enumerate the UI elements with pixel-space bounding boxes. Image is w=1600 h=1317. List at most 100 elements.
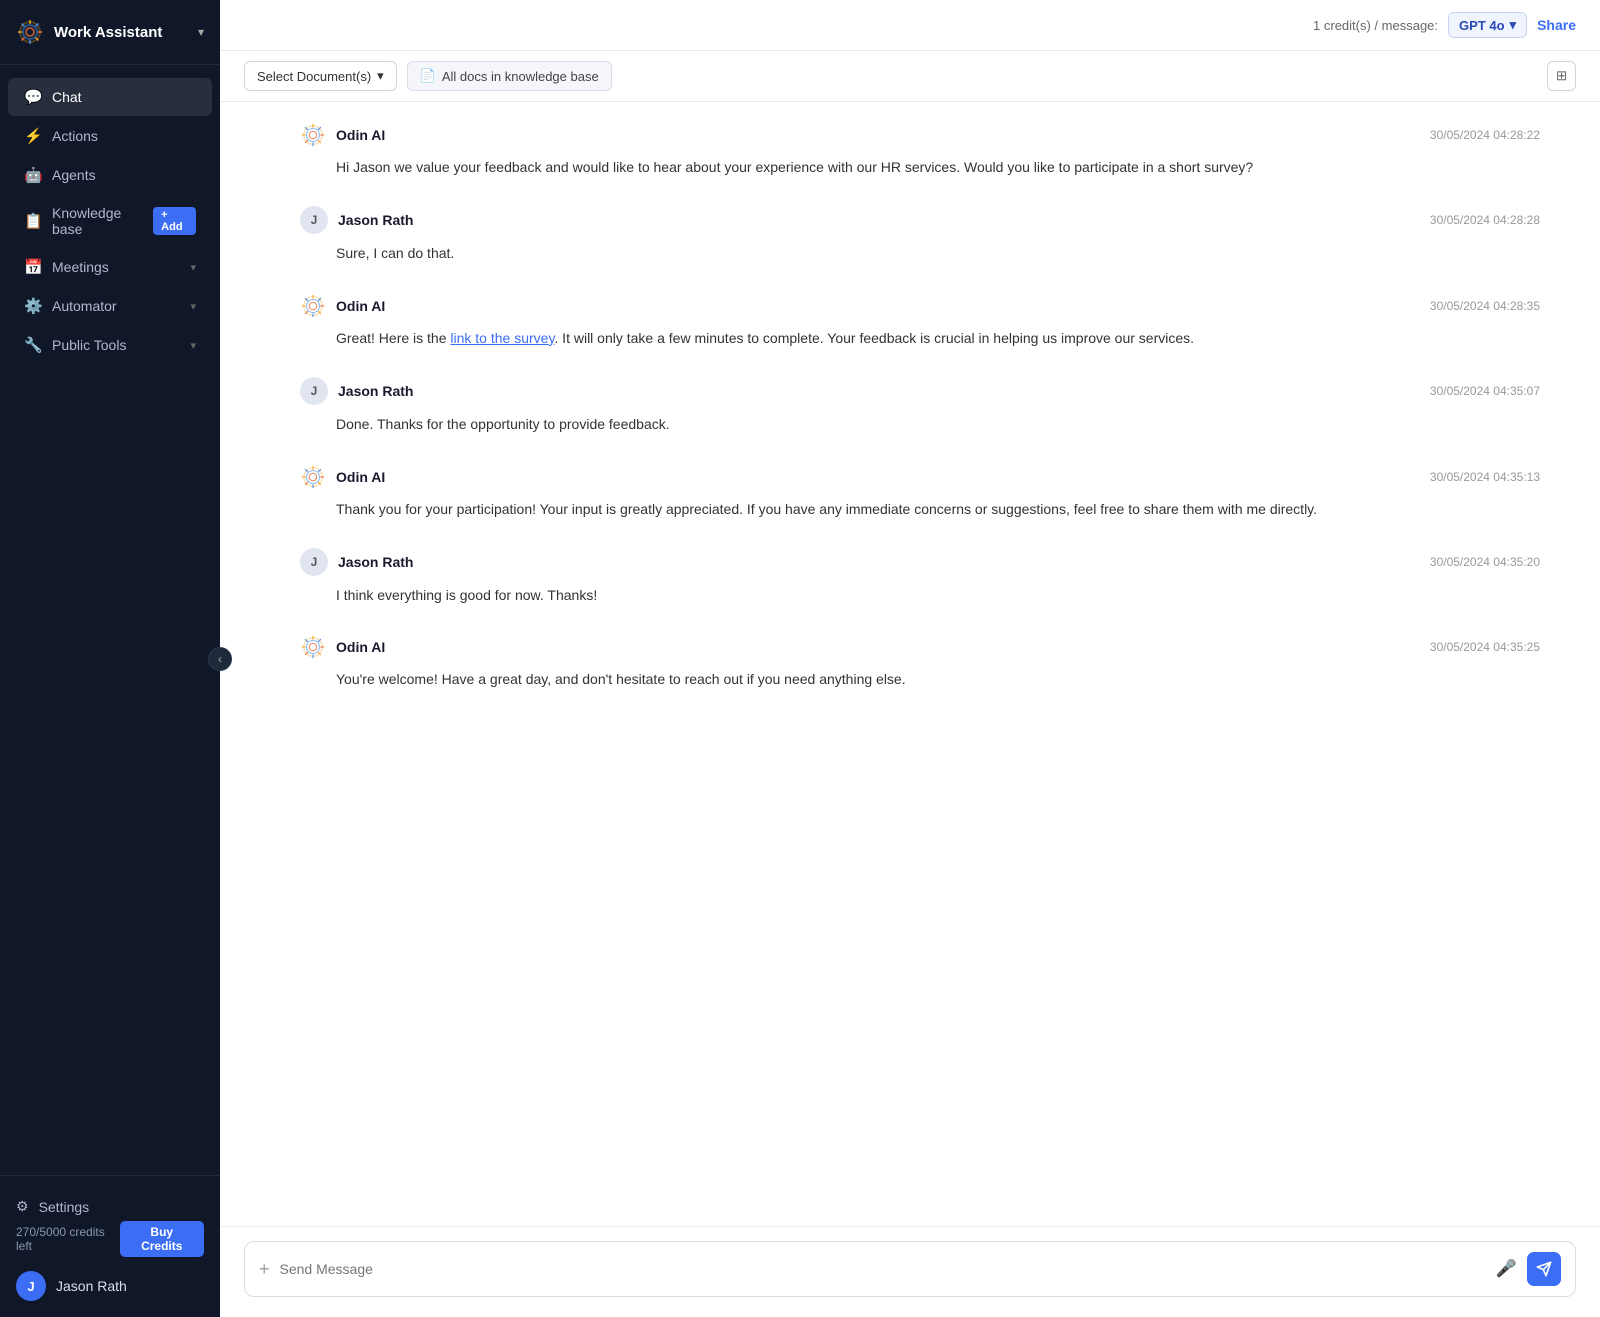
message-time: 30/05/2024 04:35:07	[1430, 384, 1540, 398]
main-content: 1 credit(s) / message: GPT 4o ▾ Share Se…	[220, 0, 1600, 1317]
message-sender: J Jason Rath	[300, 377, 413, 405]
message-text-after: . It will only take a few minutes to com…	[554, 330, 1194, 346]
user-row[interactable]: J Jason Rath	[16, 1267, 204, 1305]
select-documents-button[interactable]: Select Document(s) ▾	[244, 61, 397, 91]
message-time: 30/05/2024 04:28:35	[1430, 299, 1540, 313]
all-docs-label: All docs in knowledge base	[442, 69, 599, 84]
knowledge-icon: 📋	[24, 212, 42, 230]
sidebar-bottom: ⚙ Settings 270/5000 credits left Buy Cre…	[0, 1175, 220, 1317]
message-header: Odin AI 30/05/2024 04:28:35	[300, 293, 1540, 319]
chat-icon: 💬	[24, 88, 42, 106]
all-docs-tag: 📄 All docs in knowledge base	[407, 61, 612, 91]
message-group: Odin AI 30/05/2024 04:28:35 Great! Here is…	[300, 293, 1540, 349]
message-sender: Odin AI	[300, 293, 385, 319]
sender-name: Jason Rath	[338, 383, 413, 399]
sender-name: Odin AI	[336, 127, 385, 143]
message-group: Odin AI30/05/2024 04:35:25 You're welcome…	[300, 634, 1540, 690]
agents-icon: 🤖	[24, 166, 42, 184]
message-header: Odin AI30/05/2024 04:28:22	[300, 122, 1540, 148]
message-body: Great! Here is the link to the survey. I…	[300, 327, 1540, 349]
chevron-icon: ▾	[190, 300, 196, 313]
send-icon	[1536, 1261, 1552, 1277]
message-text: You're welcome! Have a great day, and do…	[300, 668, 1540, 690]
message-sender: Odin AI	[300, 122, 385, 148]
user-avatar: J	[300, 377, 328, 405]
settings-item[interactable]: ⚙ Settings	[16, 1188, 204, 1221]
user-name: Jason Rath	[56, 1278, 127, 1294]
sidebar-item-label: Knowledge base	[52, 205, 143, 237]
odin-avatar	[300, 293, 326, 319]
sidebar-item-automator[interactable]: ⚙️ Automator ▾	[8, 287, 212, 325]
credits-text: 270/5000 credits left	[16, 1225, 120, 1253]
message-header: J Jason Rath 30/05/2024 04:35:07	[300, 377, 1540, 405]
odin-avatar	[300, 122, 326, 148]
message-header: JJason Rath 30/05/2024 04:35:20	[300, 548, 1540, 576]
message-time: 30/05/2024 04:35:13	[1430, 470, 1540, 484]
credits-row: 270/5000 credits left Buy Credits	[16, 1221, 204, 1257]
sidebar-item-agents[interactable]: 🤖 Agents	[8, 156, 212, 194]
credits-per-message: 1 credit(s) / message:	[1313, 18, 1438, 33]
sidebar-item-label: Actions	[52, 128, 98, 144]
message-input[interactable]	[280, 1261, 1486, 1277]
odin-avatar	[300, 634, 326, 660]
sender-name: Jason Rath	[338, 212, 413, 228]
logo-icon	[16, 18, 44, 46]
doc-bar: Select Document(s) ▾ 📄 All docs in knowl…	[220, 51, 1600, 102]
sidebar-item-label: Public Tools	[52, 337, 126, 353]
send-button[interactable]	[1527, 1252, 1561, 1286]
sidebar-item-knowledge[interactable]: 📋 Knowledge base + Add	[8, 195, 212, 247]
sidebar-header[interactable]: Work Assistant ▾	[0, 0, 220, 65]
message-text: Hi Jason we value your feedback and woul…	[300, 156, 1540, 178]
message-header: Odin AI30/05/2024 04:35:25	[300, 634, 1540, 660]
mic-button[interactable]: 🎤	[1496, 1259, 1517, 1279]
layout-toggle-button[interactable]: ⊞	[1547, 61, 1576, 91]
message-sender: JJason Rath	[300, 548, 413, 576]
message-input-box: + 🎤	[244, 1241, 1576, 1297]
message-time: 30/05/2024 04:35:20	[1430, 555, 1540, 569]
meetings-icon: 📅	[24, 258, 42, 276]
automator-icon: ⚙️	[24, 297, 42, 315]
sidebar-item-label: Chat	[52, 89, 82, 105]
message-time: 30/05/2024 04:28:28	[1430, 213, 1540, 227]
message-group: JJason Rath30/05/2024 04:35:20I think ev…	[300, 548, 1540, 606]
sidebar-collapse-chevron: ▾	[198, 25, 204, 39]
sender-name: Jason Rath	[338, 554, 413, 570]
sidebar-item-label: Meetings	[52, 259, 109, 275]
sidebar-item-actions[interactable]: ⚡ Actions	[8, 117, 212, 155]
odin-avatar	[300, 464, 326, 490]
model-selector[interactable]: GPT 4o ▾	[1448, 12, 1527, 38]
settings-icon: ⚙	[16, 1198, 29, 1215]
message-group: Odin AI30/05/2024 04:35:13Thank you for …	[300, 464, 1540, 520]
chevron-icon: ▾	[190, 261, 196, 274]
message-text: Thank you for your participation! Your i…	[300, 498, 1540, 520]
user-avatar: J	[300, 206, 328, 234]
sidebar: Work Assistant ▾ 💬 Chat ⚡ Actions 🤖 Agen…	[0, 0, 220, 1317]
public_tools-icon: 🔧	[24, 336, 42, 354]
message-text: Sure, I can do that.	[300, 242, 1540, 264]
share-button[interactable]: Share	[1537, 17, 1576, 33]
collapse-sidebar-button[interactable]: ‹	[208, 647, 232, 671]
message-sender: Odin AI	[300, 634, 385, 660]
message-group: J Jason Rath 30/05/2024 04:28:28 Sure, I ca…	[300, 206, 1540, 264]
app-title: Work Assistant	[54, 24, 188, 41]
message-group: JJason Rath30/05/2024 04:35:07Done. Than…	[300, 377, 1540, 435]
add-badge[interactable]: + Add	[153, 207, 196, 235]
topbar: 1 credit(s) / message: GPT 4o ▾ Share	[220, 0, 1600, 51]
sender-name: Odin AI	[336, 639, 385, 655]
message-header: J Jason Rath 30/05/2024 04:28:28	[300, 206, 1540, 234]
sidebar-item-label: Agents	[52, 167, 96, 183]
sender-name: Odin AI	[336, 298, 385, 314]
sidebar-item-chat[interactable]: 💬 Chat	[8, 78, 212, 116]
model-chevron-icon: ▾	[1510, 17, 1517, 33]
attach-button[interactable]: +	[259, 1259, 270, 1280]
message-group: Odin AI30/05/2024 04:28:22 Hi Jason we va…	[300, 122, 1540, 178]
sidebar-item-meetings[interactable]: 📅 Meetings ▾	[8, 248, 212, 286]
buy-credits-button[interactable]: Buy Credits	[120, 1221, 205, 1257]
survey-link[interactable]: link to the survey	[450, 330, 554, 346]
select-docs-label: Select Document(s)	[257, 69, 371, 84]
model-label: GPT 4o	[1459, 18, 1505, 33]
message-text-before: Great! Here is the	[336, 330, 450, 346]
sidebar-item-public_tools[interactable]: 🔧 Public Tools ▾	[8, 326, 212, 364]
layout-icon: ⊞	[1556, 68, 1567, 84]
chevron-icon: ▾	[190, 339, 196, 352]
